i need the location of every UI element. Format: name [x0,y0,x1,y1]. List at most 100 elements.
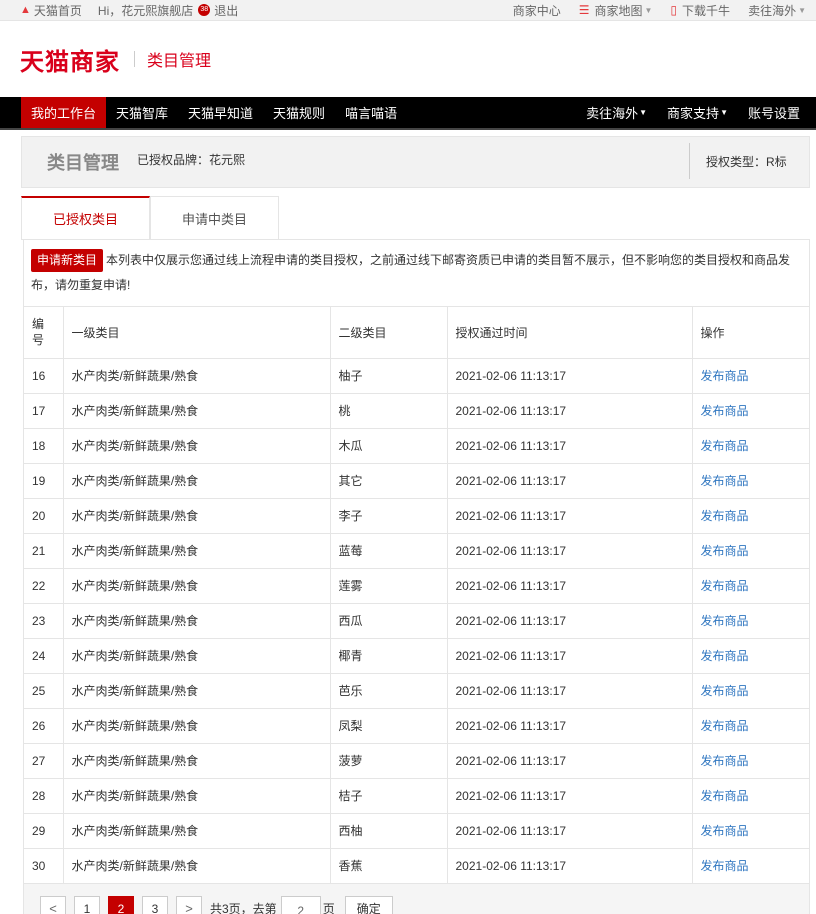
row-category-level1: 水产肉类/新鲜蔬果/熟食 [63,638,331,674]
row-id: 18 [24,428,64,464]
col-header-cat2: 二级类目 [330,307,448,359]
table-row: 16 水产肉类/新鲜蔬果/熟食 柚子 2021-02-06 11:13:17 发布商品 [24,358,809,394]
row-category-level2: 桔子 [330,778,448,814]
row-auth-time: 2021-02-06 11:13:17 [447,708,693,744]
header-divider [134,51,135,67]
logout-link[interactable]: 退出 [214,2,238,19]
publish-product-link[interactable]: 发布商品 [692,743,809,779]
site-map-label: 商家地图 [594,3,643,18]
publish-product-link[interactable]: 发布商品 [692,673,809,709]
tab-applying[interactable]: 申请中类目 [150,196,279,239]
row-id: 20 [24,498,64,534]
overseas-menu[interactable]: 卖往海外 ▼ [748,2,806,19]
publish-product-link[interactable]: 发布商品 [692,533,809,569]
row-category-level1: 水产肉类/新鲜蔬果/熟食 [63,708,331,744]
row-id: 24 [24,638,64,674]
notice-text: 本列表中仅展示您通过线上流程申请的类目授权，之前通过线下邮寄资质已申请的类目暂不… [31,253,791,292]
home-icon[interactable]: ▲ [20,4,31,16]
publish-product-link[interactable]: 发布商品 [692,393,809,429]
row-id: 26 [24,708,64,744]
row-id: 22 [24,568,64,604]
row-auth-time: 2021-02-06 11:13:17 [447,638,693,674]
row-id: 25 [24,673,64,709]
publish-product-link[interactable]: 发布商品 [692,428,809,464]
nav-item-rules[interactable]: 天猫规则 [263,97,335,128]
page-title: 类目管理 [47,153,119,173]
row-category-level2: 凤梨 [330,708,448,744]
row-category-level1: 水产肉类/新鲜蔬果/熟食 [63,568,331,604]
row-category-level1: 水产肉类/新鲜蔬果/熟食 [63,778,331,814]
publish-product-link[interactable]: 发布商品 [692,603,809,639]
header-subtitle: 类目管理 [147,53,212,70]
site-map-menu[interactable]: ☰ 商家地图 ▼ [579,2,653,19]
tmall-merchant-logo[interactable]: 天猫商家 [20,42,120,77]
table-row: 28 水产肉类/新鲜蔬果/熟食 桔子 2021-02-06 11:13:17 发布商品 [24,778,809,814]
apply-new-category-button[interactable]: 申请新类目 [31,249,104,273]
tab-authorized[interactable]: 已授权类目 [21,196,150,239]
row-category-level2: 香蕉 [330,848,448,884]
row-category-level2: 桃 [330,393,448,429]
publish-product-link[interactable]: 发布商品 [692,848,809,884]
publish-product-link[interactable]: 发布商品 [692,358,809,394]
row-category-level1: 水产肉类/新鲜蔬果/熟食 [63,393,331,429]
table-row: 18 水产肉类/新鲜蔬果/熟食 木瓜 2021-02-06 11:13:17 发布商品 [24,428,809,464]
row-auth-time: 2021-02-06 11:13:17 [447,848,693,884]
nav-item-account-settings[interactable]: 账号设置 [738,97,810,128]
publish-product-link[interactable]: 发布商品 [692,463,809,499]
row-auth-time: 2021-02-06 11:13:17 [447,428,693,464]
next-page-button[interactable]: > [176,895,202,914]
col-header-cat1: 一级类目 [63,307,331,359]
row-category-level2: 椰青 [330,638,448,674]
category-table: 编号 一级类目 二级类目 授权通过时间 操作 16 水产肉类/新鲜蔬果/熟食 柚子 2… [24,307,809,884]
row-category-level1: 水产肉类/新鲜蔬果/熟食 [63,498,331,534]
nav-item-overseas[interactable]: 卖往海外 ▼ [576,97,657,128]
row-auth-time: 2021-02-06 11:13:17 [447,393,693,429]
col-header-id: 编号 [24,307,64,359]
row-category-level2: 蓝莓 [330,533,448,569]
page-button-1[interactable]: 1 [74,895,100,914]
page-number-input[interactable]: 2 [280,895,321,914]
publish-product-link[interactable]: 发布商品 [692,568,809,604]
nav-item-support[interactable]: 商家支持 ▼ [657,97,738,128]
page-button-3[interactable]: 3 [142,895,168,914]
category-title-bar: 类目管理 已授权品牌：花元熙 授权类型：R标 [21,136,810,188]
table-row: 19 水产肉类/新鲜蔬果/熟食 其它 2021-02-06 11:13:17 发布商品 [24,463,809,499]
nav-item-workbench[interactable]: 我的工作台 [21,97,107,128]
row-category-level1: 水产肉类/新鲜蔬果/熟食 [63,603,331,639]
row-id: 28 [24,778,64,814]
chevron-down-icon: ▼ [639,108,648,117]
table-row: 25 水产肉类/新鲜蔬果/熟食 芭乐 2021-02-06 11:13:17 发布商品 [24,673,809,709]
publish-product-link[interactable]: 发布商品 [692,638,809,674]
row-category-level2: 柚子 [330,358,448,394]
authorized-brand: 已授权品牌：花元熙 [137,152,246,167]
publish-product-link[interactable]: 发布商品 [692,813,809,849]
row-category-level1: 水产肉类/新鲜蔬果/熟食 [63,673,331,709]
row-id: 27 [24,743,64,779]
nav-item-miaoyan[interactable]: 喵言喵语 [335,97,407,128]
nav-item-early-know[interactable]: 天猫早知道 [178,97,263,128]
row-auth-time: 2021-02-06 11:13:17 [447,778,693,814]
confirm-page-button[interactable]: 确定 [344,895,393,914]
greeting-text: Hi，花元熙旗舰店 [97,3,194,18]
publish-product-link[interactable]: 发布商品 [692,498,809,534]
seller-center-link[interactable]: 商家中心 [513,2,561,19]
row-category-level2: 李子 [330,498,448,534]
row-category-level1: 水产肉类/新鲜蔬果/熟食 [63,428,331,464]
message-badge[interactable]: 38 [198,4,211,16]
row-category-level1: 水产肉类/新鲜蔬果/熟食 [63,463,331,499]
download-qianniu-link[interactable]: ▯ 下载千牛 [670,2,730,19]
total-pages-text: 共3页，去第 [210,902,277,914]
publish-product-link[interactable]: 发布商品 [692,778,809,814]
publish-product-link[interactable]: 发布商品 [692,708,809,744]
overseas-label: 卖往海外 [748,3,797,18]
row-auth-time: 2021-02-06 11:13:17 [447,498,693,534]
tmall-home-link[interactable]: 天猫首页 [34,2,82,19]
row-category-level2: 木瓜 [330,428,448,464]
nav-item-think-tank[interactable]: 天猫智库 [106,97,178,128]
row-auth-time: 2021-02-06 11:13:17 [447,673,693,709]
page-button-2[interactable]: 2 [108,895,134,914]
row-category-level2: 菠萝 [330,743,448,779]
table-row: 29 水产肉类/新鲜蔬果/熟食 西柚 2021-02-06 11:13:17 发布商品 [24,813,809,849]
prev-page-button[interactable]: < [40,895,66,914]
row-auth-time: 2021-02-06 11:13:17 [447,463,693,499]
